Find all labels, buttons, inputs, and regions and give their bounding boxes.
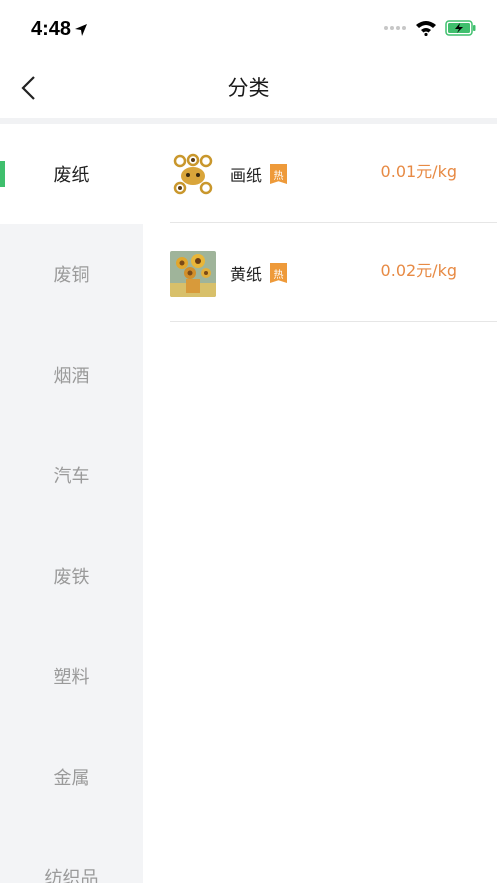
product-thumbnail [170, 152, 216, 198]
product-name: 黄纸 [230, 265, 263, 284]
sidebar-item-label: 金属 [53, 768, 90, 789]
list-item[interactable]: 黄纸 热 0.02元/kg [170, 223, 497, 322]
location-arrow-icon [75, 23, 88, 36]
hot-badge: 热 [270, 164, 287, 184]
product-price: 0.01元/kg [380, 162, 457, 181]
sidebar-item-waste-copper[interactable]: 废铜 [0, 224, 143, 324]
status-time-text: 4:48 [31, 18, 72, 40]
product-thumbnail [170, 251, 216, 297]
sidebar-item-label: 废纸 [53, 165, 90, 186]
active-indicator [0, 161, 5, 187]
sidebar-item-metal[interactable]: 金属 [0, 727, 143, 827]
battery-charging-icon [445, 20, 476, 36]
product-name: 画纸 [230, 166, 263, 185]
sidebar-item-waste-paper[interactable]: 废纸 [0, 124, 143, 224]
sidebar-item-plastic[interactable]: 塑料 [0, 626, 143, 726]
sidebar-item-waste-iron[interactable]: 废铁 [0, 526, 143, 626]
sidebar-item-label: 汽车 [53, 466, 90, 487]
sidebar-item-textile[interactable]: 纺织品 [0, 827, 143, 883]
product-price: 0.02元/kg [380, 261, 457, 280]
wifi-icon [416, 21, 436, 36]
flower-pattern-icon [170, 152, 216, 198]
nav-bar: 分类 [0, 58, 497, 118]
sidebar-item-car[interactable]: 汽车 [0, 425, 143, 525]
category-sidebar[interactable]: 废纸 废铜 烟酒 汽车 废铁 塑料 金属 纺织品 [0, 124, 143, 883]
status-bar: 4:48 [0, 0, 497, 58]
hot-badge: 热 [270, 263, 287, 283]
sidebar-item-label: 废铜 [53, 265, 90, 286]
product-list: 画纸 热 0.01元/kg 黄纸 热 0.02元/kg [143, 124, 497, 883]
list-item[interactable]: 画纸 热 0.01元/kg [170, 124, 497, 223]
sidebar-item-tobacco-liquor[interactable]: 烟酒 [0, 325, 143, 425]
sidebar-item-label: 纺织品 [44, 868, 99, 883]
page-title: 分类 [227, 76, 270, 100]
signal-dots-icon [384, 26, 406, 30]
status-time: 4:48 [31, 18, 88, 41]
sidebar-item-label: 塑料 [53, 667, 90, 688]
status-icons [383, 20, 477, 36]
sunflowers-painting-icon [170, 251, 216, 297]
sidebar-item-label: 烟酒 [53, 366, 90, 387]
sidebar-item-label: 废铁 [53, 567, 90, 588]
